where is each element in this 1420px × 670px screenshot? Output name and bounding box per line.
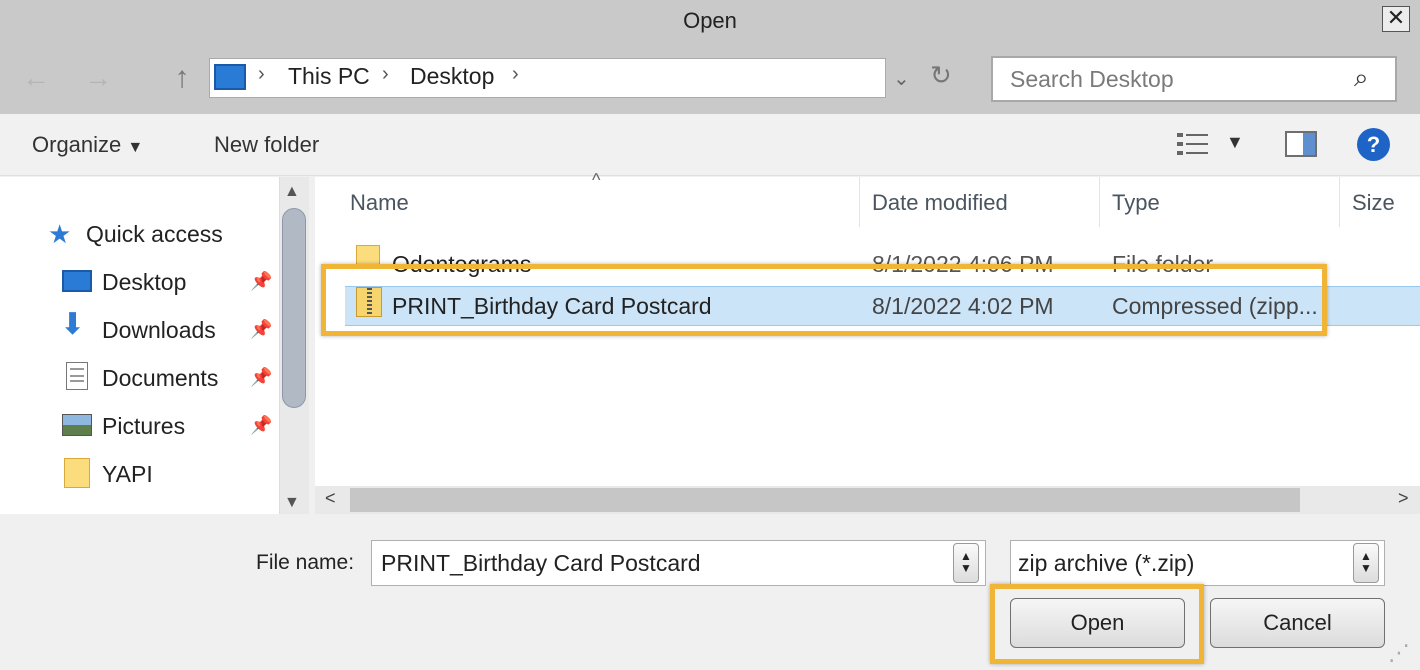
refresh-icon[interactable]: ↻ xyxy=(930,60,952,91)
sort-ascending-icon: ^ xyxy=(592,170,601,190)
breadcrumb-this-pc[interactable]: This PC xyxy=(288,63,370,90)
chevron-right-icon[interactable]: › xyxy=(512,63,519,86)
file-name-label: File name: xyxy=(256,551,355,574)
download-icon: ⬇ xyxy=(60,308,86,341)
organize-label: Organize xyxy=(32,132,122,157)
forward-arrow-icon[interactable]: → xyxy=(78,58,118,98)
help-icon[interactable]: ? xyxy=(1357,128,1390,161)
sidebar-item-pictures[interactable]: Pictures xyxy=(102,413,185,440)
scroll-up-icon[interactable]: ▲ xyxy=(284,183,300,201)
back-arrow-icon[interactable]: ← xyxy=(16,58,56,98)
sidebar-item-documents[interactable]: Documents xyxy=(102,365,218,392)
column-divider[interactable] xyxy=(1339,177,1340,227)
column-header-name[interactable]: Name xyxy=(350,190,409,216)
pin-icon: 📌 xyxy=(250,367,273,387)
scrollbar-thumb[interactable] xyxy=(350,488,1300,512)
file-name-dropdown-icon[interactable]: ▲ ▼ xyxy=(953,543,979,583)
breadcrumb-desktop[interactable]: Desktop xyxy=(410,63,494,90)
desktop-icon xyxy=(62,270,92,292)
chevron-down-icon[interactable]: ⌄ xyxy=(893,66,910,91)
file-type-value: zip archive (*.zip) xyxy=(1018,550,1195,576)
pictures-icon xyxy=(62,414,92,436)
column-divider[interactable] xyxy=(1099,177,1100,227)
organize-button[interactable]: Organize ▼ xyxy=(32,132,143,158)
column-divider[interactable] xyxy=(859,177,860,227)
scroll-right-icon[interactable]: > xyxy=(1398,488,1409,509)
close-button[interactable]: ✕ xyxy=(1382,6,1410,32)
preview-pane-icon[interactable] xyxy=(1285,131,1317,157)
column-header-size[interactable]: Size xyxy=(1352,190,1395,216)
sidebar-item-quick-access[interactable]: Quick access xyxy=(86,221,223,248)
sidebar-item-desktop[interactable]: Desktop xyxy=(102,269,186,296)
column-header-date[interactable]: Date modified xyxy=(872,190,1008,216)
folder-icon xyxy=(64,458,90,488)
window-title: Open xyxy=(683,8,737,33)
chevron-right-icon[interactable]: › xyxy=(382,63,389,86)
annotation-highlight xyxy=(321,264,1327,336)
pin-icon: 📌 xyxy=(250,319,273,339)
annotation-highlight xyxy=(990,584,1204,664)
column-header-type[interactable]: Type xyxy=(1112,190,1160,216)
file-name-value: PRINT_Birthday Card Postcard xyxy=(381,550,701,576)
pin-icon: 📌 xyxy=(250,271,273,291)
dialog-footer xyxy=(0,514,1420,670)
new-folder-button[interactable]: New folder xyxy=(214,132,319,158)
caret-down-icon: ▼ xyxy=(127,139,144,156)
resize-grip-icon[interactable]: ⋰ xyxy=(1388,640,1410,666)
view-options-icon[interactable] xyxy=(1176,131,1210,157)
cancel-button[interactable]: Cancel xyxy=(1210,598,1385,648)
search-icon[interactable]: ⌕ xyxy=(1354,62,1369,94)
scroll-left-icon[interactable]: < xyxy=(325,488,336,509)
search-placeholder: Search Desktop xyxy=(1010,66,1174,92)
sidebar-item-downloads[interactable]: Downloads xyxy=(102,317,216,344)
scroll-down-icon[interactable]: ▼ xyxy=(284,494,300,512)
file-list xyxy=(315,177,1420,514)
scrollbar-thumb[interactable] xyxy=(282,208,306,408)
this-pc-icon xyxy=(214,64,246,90)
chevron-right-icon[interactable]: › xyxy=(258,63,265,86)
document-icon xyxy=(66,362,88,390)
caret-down-icon[interactable]: ▼ xyxy=(1226,132,1244,153)
file-type-dropdown-icon[interactable]: ▲ ▼ xyxy=(1353,543,1379,583)
star-icon: ★ xyxy=(48,219,72,249)
pin-icon: 📌 xyxy=(250,415,273,435)
sidebar-item-yapi[interactable]: YAPI xyxy=(102,461,153,488)
up-arrow-icon[interactable]: ↑ xyxy=(162,58,202,98)
